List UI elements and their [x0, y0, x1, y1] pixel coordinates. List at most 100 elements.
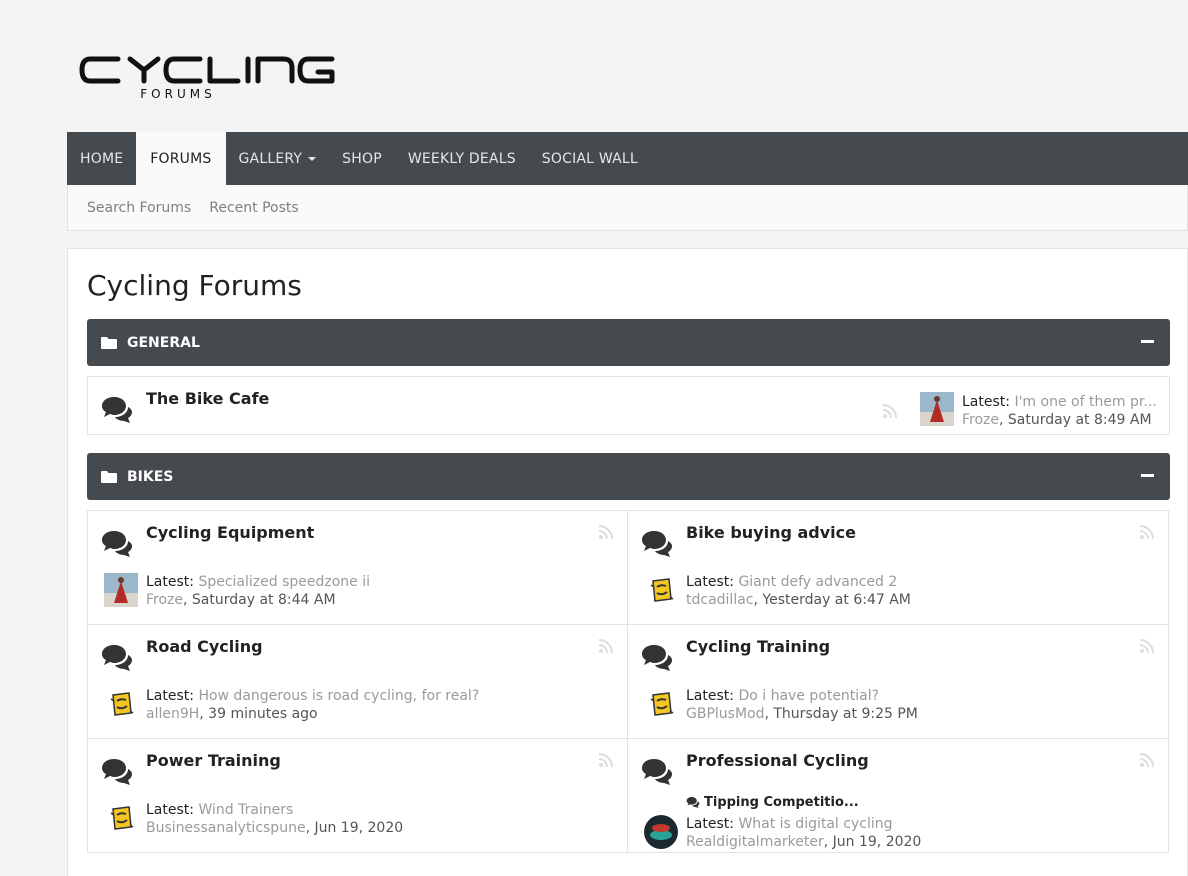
latest-post: Latest: I'm one of them pr... Froze, Sat… [962, 393, 1157, 429]
nav-gallery[interactable]: Gallery [226, 132, 330, 185]
main-content: Cycling Forums General The Bike Cafe Lat… [67, 248, 1188, 876]
chat-bubbles-icon [642, 645, 672, 671]
forum-node: Bike buying advice Latest: Giant defy ad… [627, 510, 1169, 625]
latest-thread-link[interactable]: How dangerous is road cycling, for real? [198, 688, 479, 704]
rss-icon[interactable] [1140, 753, 1154, 767]
forum-node: Power Training Latest: Wind Trainers Bus… [87, 738, 628, 853]
category-header-general[interactable]: General [87, 319, 1170, 366]
collapse-icon[interactable] [1141, 474, 1154, 477]
rss-icon[interactable] [599, 525, 613, 539]
sub-nav: Search Forums Recent Posts [67, 185, 1188, 231]
latest-label: Latest: [146, 574, 194, 590]
logo-subtitle: FORUMS [140, 87, 216, 101]
logo-wordmark-icon [79, 56, 335, 84]
latest-user-link[interactable]: Realdigitalmarketer [686, 834, 824, 850]
nav-forums-label: Forums [150, 150, 212, 167]
main-nav: Home Forums Gallery Shop Weekly Deals So… [67, 132, 1188, 185]
latest-thread-link[interactable]: What is digital cycling [738, 816, 892, 832]
latest-label: Latest: [686, 688, 734, 704]
latest-post: Latest: What is digital cycling Realdigi… [686, 815, 921, 851]
latest-time: , Saturday at 8:49 AM [999, 412, 1152, 428]
latest-thread-link[interactable]: Wind Trainers [198, 802, 293, 818]
nav-weekly-deals-label: Weekly Deals [407, 150, 516, 167]
forum-title[interactable]: Bike buying advice [686, 523, 856, 542]
forum-title[interactable]: Power Training [146, 751, 281, 770]
user-avatar[interactable] [104, 801, 138, 835]
chat-bubbles-icon [102, 759, 132, 785]
latest-post: Latest: How dangerous is road cycling, f… [146, 687, 479, 723]
user-avatar[interactable] [920, 392, 954, 426]
latest-time: , Jun 19, 2020 [305, 820, 404, 836]
rss-icon[interactable] [599, 639, 613, 653]
category-header-bikes[interactable]: Bikes [87, 453, 1170, 500]
user-avatar[interactable] [644, 573, 678, 607]
latest-time: , Saturday at 8:44 AM [183, 592, 336, 608]
nav-social-wall[interactable]: Social Wall [529, 132, 651, 185]
latest-user-link[interactable]: Froze [962, 412, 999, 428]
rss-icon[interactable] [1140, 639, 1154, 653]
forum-title[interactable]: Cycling Equipment [146, 523, 314, 542]
chat-bubbles-icon [102, 645, 132, 671]
forum-node: Road Cycling Latest: How dangerous is ro… [87, 624, 628, 739]
latest-post: Latest: Giant defy advanced 2 tdcadillac… [686, 573, 911, 609]
collapse-icon[interactable] [1141, 340, 1154, 343]
latest-label: Latest: [686, 816, 734, 832]
forum-title[interactable]: The Bike Cafe [146, 389, 269, 408]
folder-icon [101, 470, 117, 483]
nav-gallery-label: Gallery [238, 150, 303, 167]
latest-time: , 39 minutes ago [199, 706, 318, 722]
latest-user-link[interactable]: tdcadillac [686, 592, 753, 608]
latest-user-link[interactable]: Froze [146, 592, 183, 608]
latest-time: , Jun 19, 2020 [823, 834, 922, 850]
subforum-label: Tipping Competitio... [704, 795, 859, 810]
latest-thread-link[interactable]: Specialized speedzone ii [198, 574, 370, 590]
caret-down-icon [308, 156, 317, 161]
user-avatar[interactable] [104, 573, 138, 607]
chat-bubbles-icon [102, 531, 132, 557]
latest-thread-link[interactable]: Do i have potential? [738, 688, 879, 704]
subforum-link[interactable]: Tipping Competitio... [686, 795, 859, 810]
latest-label: Latest: [146, 688, 194, 704]
rss-icon[interactable] [599, 753, 613, 767]
folder-icon [101, 336, 117, 349]
forum-title[interactable]: Professional Cycling [686, 751, 869, 770]
nav-home-label: Home [80, 150, 124, 167]
rss-icon[interactable] [1140, 525, 1154, 539]
subnav-search-forums[interactable]: Search Forums [87, 200, 191, 216]
category-title-bikes: Bikes [127, 468, 174, 485]
nav-shop[interactable]: Shop [329, 132, 395, 185]
chat-bubbles-icon [102, 397, 132, 423]
subnav-recent-posts[interactable]: Recent Posts [209, 200, 298, 216]
forum-node: Cycling Training Latest: Do i have poten… [627, 624, 1169, 739]
latest-time: , Thursday at 9:25 PM [764, 706, 918, 722]
nav-home[interactable]: Home [67, 132, 136, 185]
user-avatar[interactable] [644, 815, 678, 849]
nav-weekly-deals[interactable]: Weekly Deals [395, 132, 529, 185]
category-title-general: General [127, 334, 200, 351]
chat-bubbles-icon [686, 797, 700, 808]
nav-social-wall-label: Social Wall [541, 150, 638, 167]
site-logo[interactable]: FORUMS [78, 54, 338, 104]
forum-title[interactable]: Road Cycling [146, 637, 263, 656]
nav-shop-label: Shop [342, 150, 382, 167]
latest-label: Latest: [962, 394, 1010, 410]
latest-post: Latest: Do i have potential? GBPlusMod, … [686, 687, 918, 723]
latest-user-link[interactable]: Businessanalyticspune [146, 820, 306, 836]
page-title: Cycling Forums [87, 269, 302, 302]
nav-forums[interactable]: Forums [136, 132, 226, 185]
latest-user-link[interactable]: GBPlusMod [686, 706, 764, 722]
forum-node: Cycling Equipment Latest: Specialized sp… [87, 510, 628, 625]
latest-thread-link[interactable]: I'm one of them pr... [1014, 394, 1156, 410]
latest-thread-link[interactable]: Giant defy advanced 2 [738, 574, 897, 590]
chat-bubbles-icon [642, 531, 672, 557]
forum-title[interactable]: Cycling Training [686, 637, 830, 656]
user-avatar[interactable] [644, 687, 678, 721]
forum-node: Professional Cycling Tipping Competitio.… [627, 738, 1169, 853]
latest-post: Latest: Wind Trainers Businessanalyticsp… [146, 801, 403, 837]
latest-label: Latest: [146, 802, 194, 818]
chat-bubbles-icon [642, 759, 672, 785]
rss-icon[interactable] [883, 404, 897, 418]
latest-user-link[interactable]: allen9H [146, 706, 199, 722]
user-avatar[interactable] [104, 687, 138, 721]
latest-post: Latest: Specialized speedzone ii Froze, … [146, 573, 370, 609]
